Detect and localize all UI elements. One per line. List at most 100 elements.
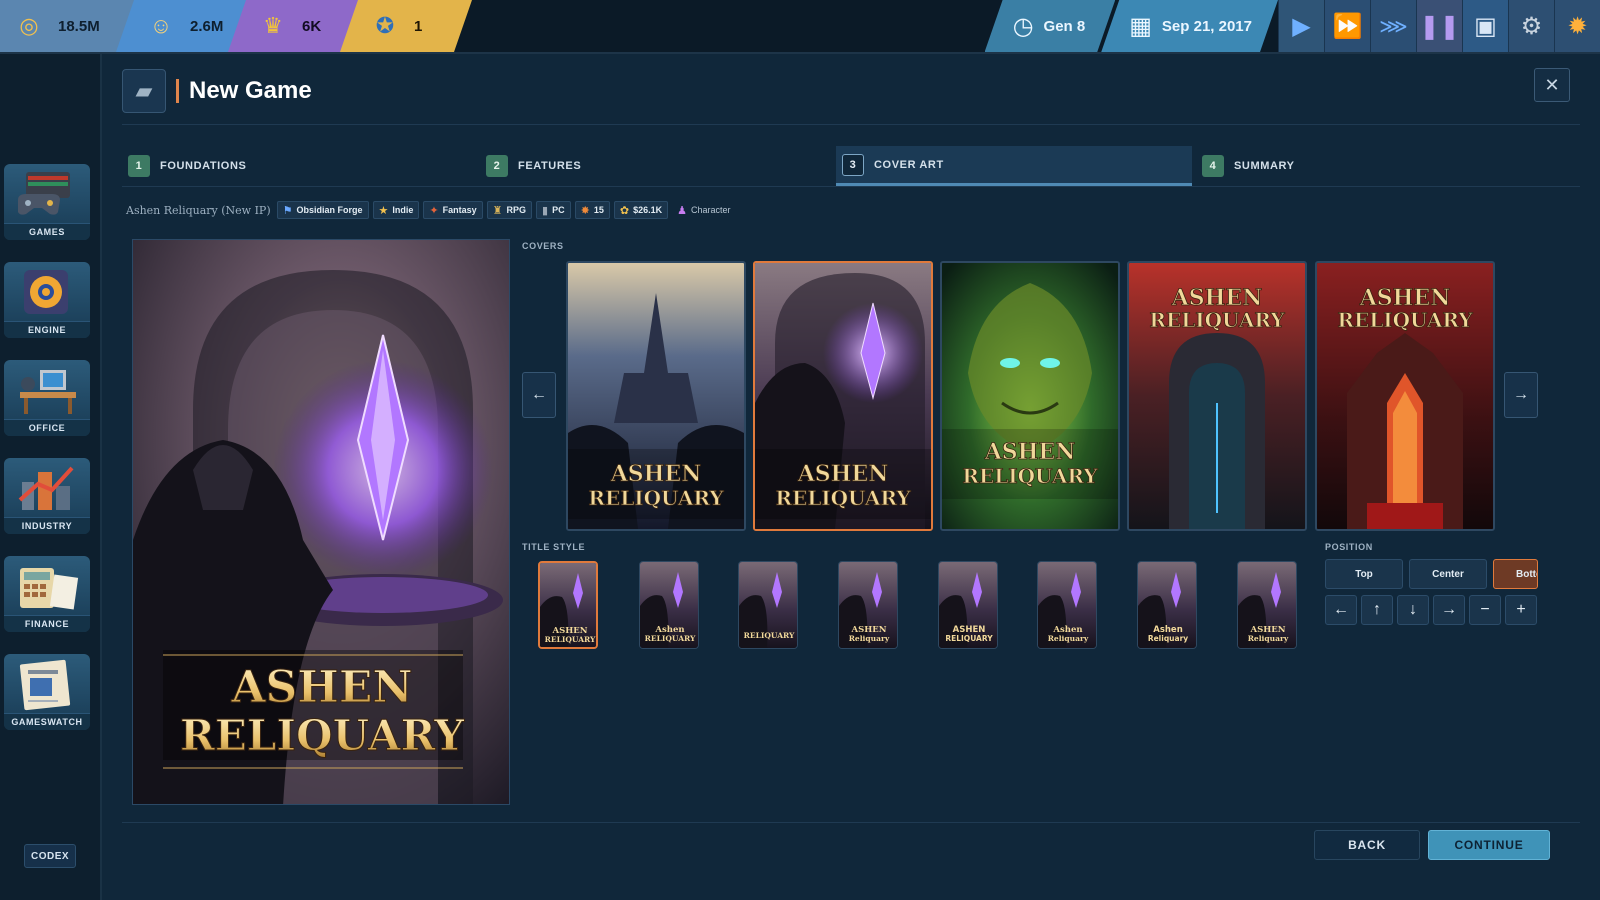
sidebar-item-label: OFFICE (4, 419, 90, 436)
focus-chip: ♟ Character (672, 201, 735, 219)
title-style-option[interactable]: ASHEN RELIQUARY (538, 561, 598, 649)
cover-option-4[interactable]: ASHEN RELIQUARY (1127, 261, 1307, 531)
step-label: COVER ART (874, 158, 944, 171)
award-stat: ✪ 1 (340, 0, 472, 52)
finance-icon (12, 558, 82, 614)
dragon-icon: ✦ (429, 204, 439, 217)
cover-preview-art: ASHEN RELIQUARY (133, 240, 509, 804)
step-summary[interactable]: 4 SUMMARY (1196, 146, 1542, 186)
cover-option-1[interactable]: ASHEN RELIQUARY (566, 261, 746, 531)
title-style-option[interactable]: ASHEN RELIQUARY (938, 561, 998, 649)
grow-button[interactable]: + (1505, 595, 1537, 625)
shrink-button[interactable]: − (1469, 595, 1501, 625)
step-cover-art[interactable]: 3 COVER ART (836, 146, 1192, 186)
preview-title-line1: ASHEN (230, 662, 412, 713)
platform-chip: ▮ PC (536, 201, 571, 219)
date-label: Sep 21, 2017 (1161, 17, 1252, 35)
features-count: 15 (593, 205, 604, 215)
fastest-forward-button[interactable]: ⋙ (1370, 0, 1416, 52)
covers-next-button[interactable]: → (1504, 372, 1538, 418)
step-features[interactable]: 2 FEATURES (480, 146, 826, 186)
title-style-text: Reliquary (1148, 634, 1188, 643)
sidebar-item-office[interactable]: OFFICE (4, 360, 90, 436)
sidebar-item-engine[interactable]: ENGINE (4, 262, 90, 338)
nudge-up-button[interactable]: ↑ (1361, 595, 1393, 625)
coins-icon: ◎ (19, 13, 39, 38)
top-bar: ◎ 18.5M ☺ 2.6M ♛ 6K ✪ 1 ◷ Gen 8 ▦ Sep 21… (0, 0, 1600, 54)
title-style-text: Reliquary (1248, 634, 1289, 643)
header-divider (122, 124, 1580, 125)
steps-divider (122, 186, 1580, 187)
page-title: New Game (189, 77, 312, 104)
position-center-button[interactable]: Center (1409, 559, 1487, 589)
step-number: 4 (1202, 155, 1224, 177)
game-box-icon: ▰ (122, 69, 166, 113)
sidebar-item-finance[interactable]: FINANCE (4, 556, 90, 632)
play-button[interactable]: ▶ (1278, 0, 1324, 52)
settings-button[interactable]: ⚙ (1508, 0, 1554, 52)
new-game-panel: ▰ New Game ✕ 1 FOUNDATIONS 2 FEATURES 3 … (102, 54, 1600, 900)
cover-2-line2: RELIQUARY (775, 486, 911, 510)
sidebar-item-games[interactable]: GAMES (4, 164, 90, 240)
fans-icon: ☺ (149, 13, 173, 38)
continue-button[interactable]: CONTINUE (1428, 830, 1550, 860)
back-button[interactable]: BACK (1314, 830, 1420, 860)
sidebar-item-label: FINANCE (4, 615, 90, 632)
crown-stat: ♛ 6K (228, 0, 358, 52)
genre-label: Fantasy (442, 205, 477, 215)
cover-option-5[interactable]: ASHEN RELIQUARY (1315, 261, 1495, 531)
nudge-down-button[interactable]: ↓ (1397, 595, 1429, 625)
nudge-right-button[interactable]: → (1433, 595, 1465, 625)
industry-icon (12, 460, 82, 516)
clock-icon: ◷ (1012, 12, 1034, 40)
title-style-option[interactable]: Ashen Reliquary (1137, 561, 1197, 649)
pause-button[interactable]: ❚❚ (1416, 0, 1462, 52)
sidebar-item-industry[interactable]: INDUSTRY (4, 458, 90, 534)
fastest-forward-icon: ⋙ (1379, 15, 1408, 38)
step-foundations[interactable]: 1 FOUNDATIONS (122, 146, 468, 186)
arrow-right-icon: → (1513, 386, 1529, 403)
studio-icon: ⚑ (282, 204, 293, 217)
position-bottom-button[interactable]: Botto (1493, 559, 1538, 589)
genre-chip: ✦ Fantasy (423, 201, 483, 219)
arrow-left-icon: ← (531, 386, 547, 403)
panel-header: ▰ New Game (122, 68, 312, 114)
pc-icon: ▮ (542, 204, 549, 217)
type-label: RPG (506, 205, 527, 215)
title-style-option[interactable]: Ashen Reliquary (1037, 561, 1097, 649)
codex-button[interactable]: CODEX (24, 844, 76, 868)
save-icon: ▣ (1474, 12, 1497, 40)
save-button[interactable]: ▣ (1462, 0, 1508, 52)
close-button[interactable]: ✕ (1534, 68, 1570, 102)
position-top-button[interactable]: Top (1325, 559, 1403, 589)
cover-preview: ASHEN RELIQUARY (132, 239, 510, 805)
cover-3-line2: RELIQUARY (962, 464, 1098, 488)
title-style-text: RELIQUARY (645, 634, 696, 643)
title-style-option[interactable]: ASHEN Reliquary (838, 561, 898, 649)
notifications-button[interactable]: ✹ (1554, 0, 1600, 52)
crown-value: 6K (302, 17, 322, 35)
size-chip: ★ Indie (372, 201, 420, 219)
sidebar-item-label: GAMES (4, 223, 90, 240)
cover-option-3[interactable]: ASHEN RELIQUARY (940, 261, 1120, 531)
title-style-text: Reliquary (1048, 634, 1089, 643)
sidebar-item-gameswatch[interactable]: GAMESWATCH (4, 654, 90, 730)
covers-prev-button[interactable]: ← (522, 372, 556, 418)
date-chip: ▦ Sep 21, 2017 (1101, 0, 1278, 52)
cover-option-2[interactable]: ASHEN RELIQUARY (753, 261, 933, 531)
fast-forward-button[interactable]: ⏩ (1324, 0, 1370, 52)
title-style-text: RELIQUARY (945, 634, 993, 643)
nudge-left-button[interactable]: ← (1325, 595, 1357, 625)
fans-value: 2.6M (190, 17, 224, 35)
wizard-steps: 1 FOUNDATIONS 2 FEATURES 3 COVER ART 4 S… (122, 146, 1550, 186)
sidebar-item-label: GAMESWATCH (4, 713, 90, 730)
play-icon: ▶ (1292, 12, 1311, 40)
footer-divider (122, 822, 1580, 823)
cover-1-line1: ASHEN (610, 461, 702, 487)
title-style-option[interactable]: RELIQUARY (738, 561, 798, 649)
title-style-option[interactable]: ASHEN Reliquary (1237, 561, 1297, 649)
arrow-down-icon: ↓ (1409, 601, 1417, 618)
position-label: POSITION (1325, 542, 1373, 552)
sidebar: GAMES ENGINE OFFICE INDUSTRY FINANCE GAM… (0, 54, 102, 900)
title-style-option[interactable]: Ashen RELIQUARY (639, 561, 699, 649)
